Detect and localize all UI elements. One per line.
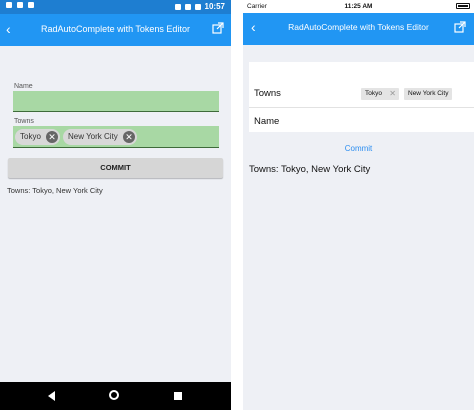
name-label: Name: [254, 116, 280, 127]
token-label: Tokyo: [20, 132, 41, 141]
ios-screen: Carrier 11:25 AM ‹ RadAutoComplete with …: [243, 0, 474, 410]
form-card: Towns Tokyo ✕ New York City Name: [249, 62, 474, 132]
commit-button[interactable]: Commit: [243, 144, 474, 153]
notification-icon: [17, 2, 23, 8]
remove-token-icon[interactable]: ✕: [389, 88, 396, 100]
name-row[interactable]: Name: [249, 108, 474, 136]
towns-label: Towns: [254, 88, 281, 99]
open-external-icon[interactable]: [212, 22, 224, 34]
sim-icon: [28, 2, 34, 8]
commit-button[interactable]: COMMIT: [8, 158, 223, 178]
android-status-bar: 10:57: [0, 0, 231, 14]
towns-input[interactable]: Tokyo ✕ New York City ✕: [13, 126, 219, 148]
name-label: Name: [14, 83, 33, 90]
nav-back-icon[interactable]: [48, 391, 55, 401]
remove-token-icon[interactable]: ✕: [123, 131, 135, 143]
token-chip[interactable]: Tokyo ✕: [361, 88, 399, 100]
name-input[interactable]: [13, 91, 219, 112]
status-time: 11:25 AM: [344, 3, 373, 10]
page-title: RadAutoComplete with Tokens Editor: [41, 24, 190, 34]
token-label: Tokyo: [365, 90, 382, 97]
token-chip[interactable]: New York City: [404, 88, 452, 100]
android-screen: 10:57 ‹ RadAutoComplete with Tokens Edit…: [0, 0, 231, 410]
result-text: Towns: Tokyo, New York City: [7, 186, 103, 195]
token-chip[interactable]: Tokyo ✕: [15, 129, 60, 145]
screenshot-root: 10:57 ‹ RadAutoComplete with Tokens Edit…: [0, 0, 474, 410]
towns-row[interactable]: Towns Tokyo ✕ New York City: [249, 80, 474, 108]
ios-nav-bar: ‹ RadAutoComplete with Tokens Editor: [243, 13, 474, 45]
remove-token-icon[interactable]: ✕: [46, 131, 58, 143]
android-nav-bar: [0, 382, 231, 410]
battery-icon: [456, 3, 470, 9]
battery-icon: [194, 3, 201, 10]
token-label: New York City: [68, 132, 118, 141]
token-label: New York City: [408, 90, 449, 97]
wifi-icon: [174, 3, 181, 10]
ios-status-bar: Carrier 11:25 AM: [243, 0, 474, 13]
open-external-icon[interactable]: [454, 21, 466, 33]
page-title: RadAutoComplete with Tokens Editor: [288, 22, 429, 32]
signal-icon: [184, 3, 191, 10]
result-text: Towns: Tokyo, New York City: [249, 164, 371, 175]
status-time: 10:57: [204, 2, 225, 11]
nav-home-icon[interactable]: [109, 390, 119, 400]
nav-recents-icon[interactable]: [174, 392, 182, 400]
token-chip[interactable]: New York City ✕: [63, 129, 137, 145]
settings-icon: [6, 2, 12, 8]
towns-label: Towns: [14, 118, 34, 125]
android-toolbar: ‹ RadAutoComplete with Tokens Editor: [0, 14, 231, 46]
